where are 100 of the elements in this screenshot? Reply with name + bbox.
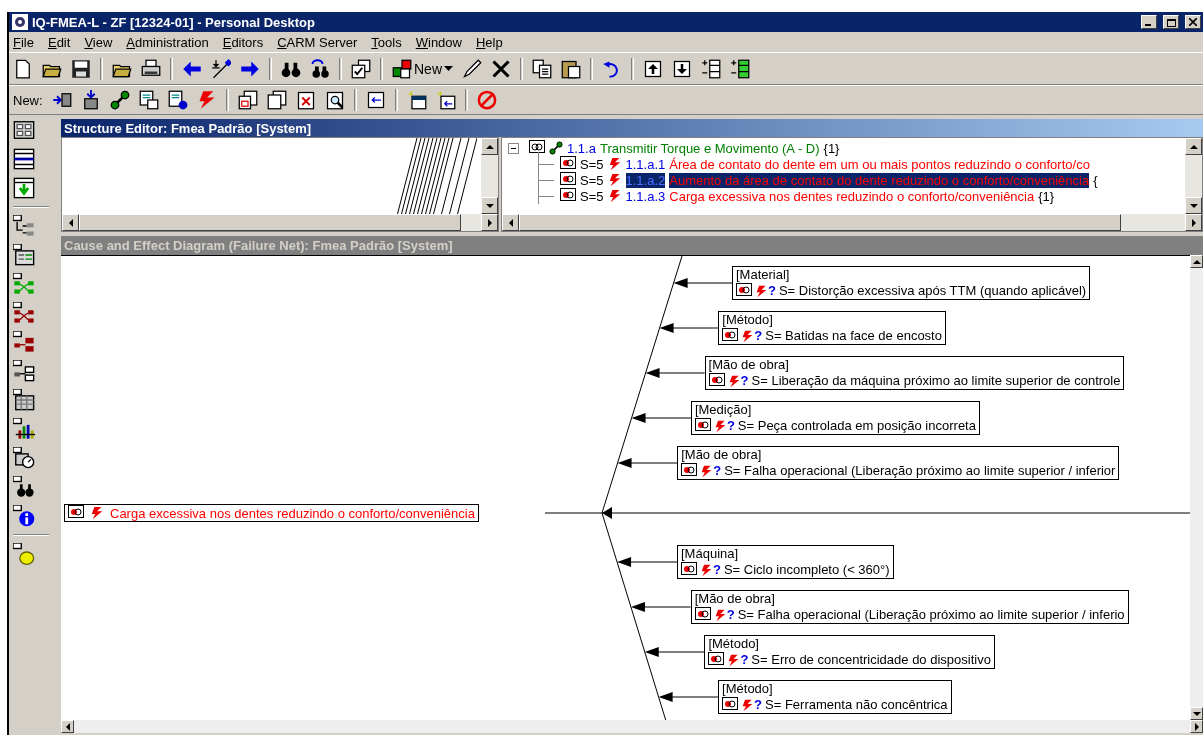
- close-icon: [1189, 18, 1197, 26]
- vertical-scrollbar[interactable]: [1185, 138, 1202, 214]
- windows-icon[interactable]: [237, 90, 258, 110]
- horizontal-panes-icon[interactable]: [13, 148, 35, 170]
- printer-icon[interactable]: [141, 58, 161, 79]
- dot-box-icon: [560, 172, 576, 188]
- cause-node[interactable]: [Mão de obra] ? S= Falha operacional (Liberação próximo ao limite superior / inferio: [690, 590, 1129, 624]
- unknown-mark: ?: [768, 283, 776, 299]
- tree-count: {: [1093, 172, 1098, 188]
- horizontal-scrollbar[interactable]: [61, 720, 1203, 733]
- pencil-icon[interactable]: [462, 58, 482, 79]
- connector-arrow: [617, 557, 678, 567]
- pages-icon[interactable]: [266, 90, 287, 110]
- new-document-icon[interactable]: [13, 58, 33, 79]
- no-sign-icon[interactable]: [476, 90, 497, 110]
- menu-item[interactable]: Editors: [222, 34, 264, 50]
- caret-icon: [444, 66, 453, 71]
- up-box-icon[interactable]: [643, 58, 663, 79]
- layout-icon[interactable]: [13, 119, 35, 141]
- lightning-icon: [607, 173, 622, 187]
- plus-minus-list-icon[interactable]: [701, 58, 721, 79]
- unknown-mark: ?: [726, 418, 735, 434]
- tree-item[interactable]: 1.1.a.1 Área de contato do dente em um ou mais pontos reduzindo o conforto/co: [625, 156, 1090, 172]
- spark-window-arrow-icon[interactable]: [435, 90, 456, 110]
- binoculars-icon[interactable]: [13, 476, 35, 498]
- cause-category: [Mão de obra]: [708, 357, 790, 373]
- vertical-scrollbar[interactable]: [481, 138, 498, 214]
- cause-category: [Método]: [722, 312, 774, 328]
- horizontal-scrollbar[interactable]: [502, 214, 1202, 231]
- arrow-square-icon[interactable]: [51, 90, 72, 110]
- cause-node[interactable]: [Mão de obra] ? S= Falha operacional (Liberação próximo ao limite superior / inferior: [677, 446, 1120, 480]
- menu-item[interactable]: Help: [475, 34, 503, 50]
- menu-item[interactable]: View: [84, 34, 113, 50]
- horizontal-scrollbar[interactable]: [62, 214, 498, 231]
- maximize-button[interactable]: [1163, 15, 1179, 29]
- clock-table-icon[interactable]: [13, 447, 35, 469]
- cause-node[interactable]: [Medição] ? S= Peça controlada em posição incorreta: [690, 401, 980, 435]
- lightbulb-icon[interactable]: [13, 543, 35, 565]
- menu-item[interactable]: Tools: [371, 34, 402, 50]
- vertical-scrollbar[interactable]: [1190, 255, 1203, 720]
- checked-windows-icon[interactable]: [351, 58, 371, 79]
- cause-category: [Medição]: [694, 402, 753, 418]
- dot-box-icon: [681, 463, 698, 479]
- branch-diagram-icon[interactable]: [13, 360, 35, 382]
- tree-label[interactable]: Transmitir Torque e Movimento (A - D): [599, 140, 820, 156]
- menu-item[interactable]: Administration: [126, 34, 209, 50]
- cause-node[interactable]: [Método] ? S= Batidas na face de encosto: [718, 311, 946, 345]
- binoculars-arrow-icon[interactable]: [310, 58, 330, 79]
- form-view-icon[interactable]: [13, 244, 35, 266]
- branch-diagram-icon[interactable]: [13, 331, 35, 353]
- app-icon: [12, 14, 28, 30]
- clipboard-x-icon[interactable]: [295, 90, 316, 110]
- unknown-mark: ?: [713, 463, 722, 479]
- tree-item[interactable]: 1.1.a.3 Carga excessiva nos dentes reduzindo o conforto/conveniência: [625, 188, 1035, 204]
- plus-minus-list-icon[interactable]: [730, 58, 750, 79]
- collapse-toggle[interactable]: [508, 142, 519, 154]
- spark-window-icon[interactable]: [406, 90, 427, 110]
- dot-box-icon: [681, 562, 697, 578]
- network-icon[interactable]: [13, 302, 35, 324]
- clipboard-magnifier-icon[interactable]: [324, 90, 345, 110]
- close-button[interactable]: [1185, 15, 1201, 29]
- cause-category: [Método]: [722, 681, 774, 697]
- menu-item[interactable]: CARM Server: [277, 34, 358, 50]
- bar-chart-icon[interactable]: [13, 418, 35, 440]
- chain-icon[interactable]: [109, 90, 130, 110]
- cause-text: S= Falha operacional (Liberação próximo ao limite superior / inferio: [737, 607, 1125, 623]
- cause-node[interactable]: [Método] ? S= Ferramenta não concêntrica: [718, 680, 952, 714]
- unknown-mark: ?: [740, 373, 749, 389]
- save-icon[interactable]: [71, 58, 91, 79]
- copy-icon[interactable]: [532, 58, 552, 79]
- paste-icon[interactable]: [561, 58, 581, 79]
- tree-diagram-icon[interactable]: [13, 215, 35, 237]
- cause-node[interactable]: [Material] ? S= Distorção excessiva após TTM (quando aplicável): [732, 266, 1091, 300]
- download-panel-icon[interactable]: [13, 177, 35, 199]
- menu-item[interactable]: Window: [415, 34, 462, 50]
- delete-x-icon[interactable]: [491, 58, 511, 79]
- new-button[interactable]: New: [392, 58, 453, 79]
- cause-node[interactable]: [Método] ? S= Erro de concentricidade do dispositivo: [704, 635, 995, 669]
- table-icon[interactable]: [13, 389, 35, 411]
- dot-box-icon: [560, 156, 576, 172]
- diamond-link-icon[interactable]: [211, 58, 231, 79]
- cause-category: [Método]: [708, 636, 760, 652]
- unknown-mark: ?: [713, 562, 721, 578]
- menu-item[interactable]: File: [13, 34, 34, 50]
- document-copy-icon[interactable]: [138, 90, 159, 110]
- connector-arrow: [644, 647, 705, 657]
- colored-windows-icon: [392, 58, 412, 79]
- tree-count: {1}: [1038, 188, 1055, 204]
- cause-node[interactable]: [Máquina] ? S= Ciclo incompleto (< 360°): [677, 545, 894, 579]
- menu-item[interactable]: Edit: [47, 34, 71, 50]
- network-icon[interactable]: [13, 273, 35, 295]
- effect-node[interactable]: Carga excessiva nos dentes reduzindo o conforto/conveniência: [64, 504, 479, 522]
- cause-node[interactable]: [Mão de obra] ? S= Liberação da máquina próximo ao limite superior de controle: [704, 356, 1125, 390]
- lightning-icon: [727, 374, 741, 388]
- connector-arrow: [658, 692, 719, 702]
- minimize-button[interactable]: [1141, 15, 1157, 29]
- unknown-mark: ?: [740, 652, 749, 668]
- info-icon[interactable]: [13, 505, 35, 527]
- down-box-icon[interactable]: [672, 58, 692, 79]
- document-dot-icon[interactable]: [167, 90, 188, 110]
